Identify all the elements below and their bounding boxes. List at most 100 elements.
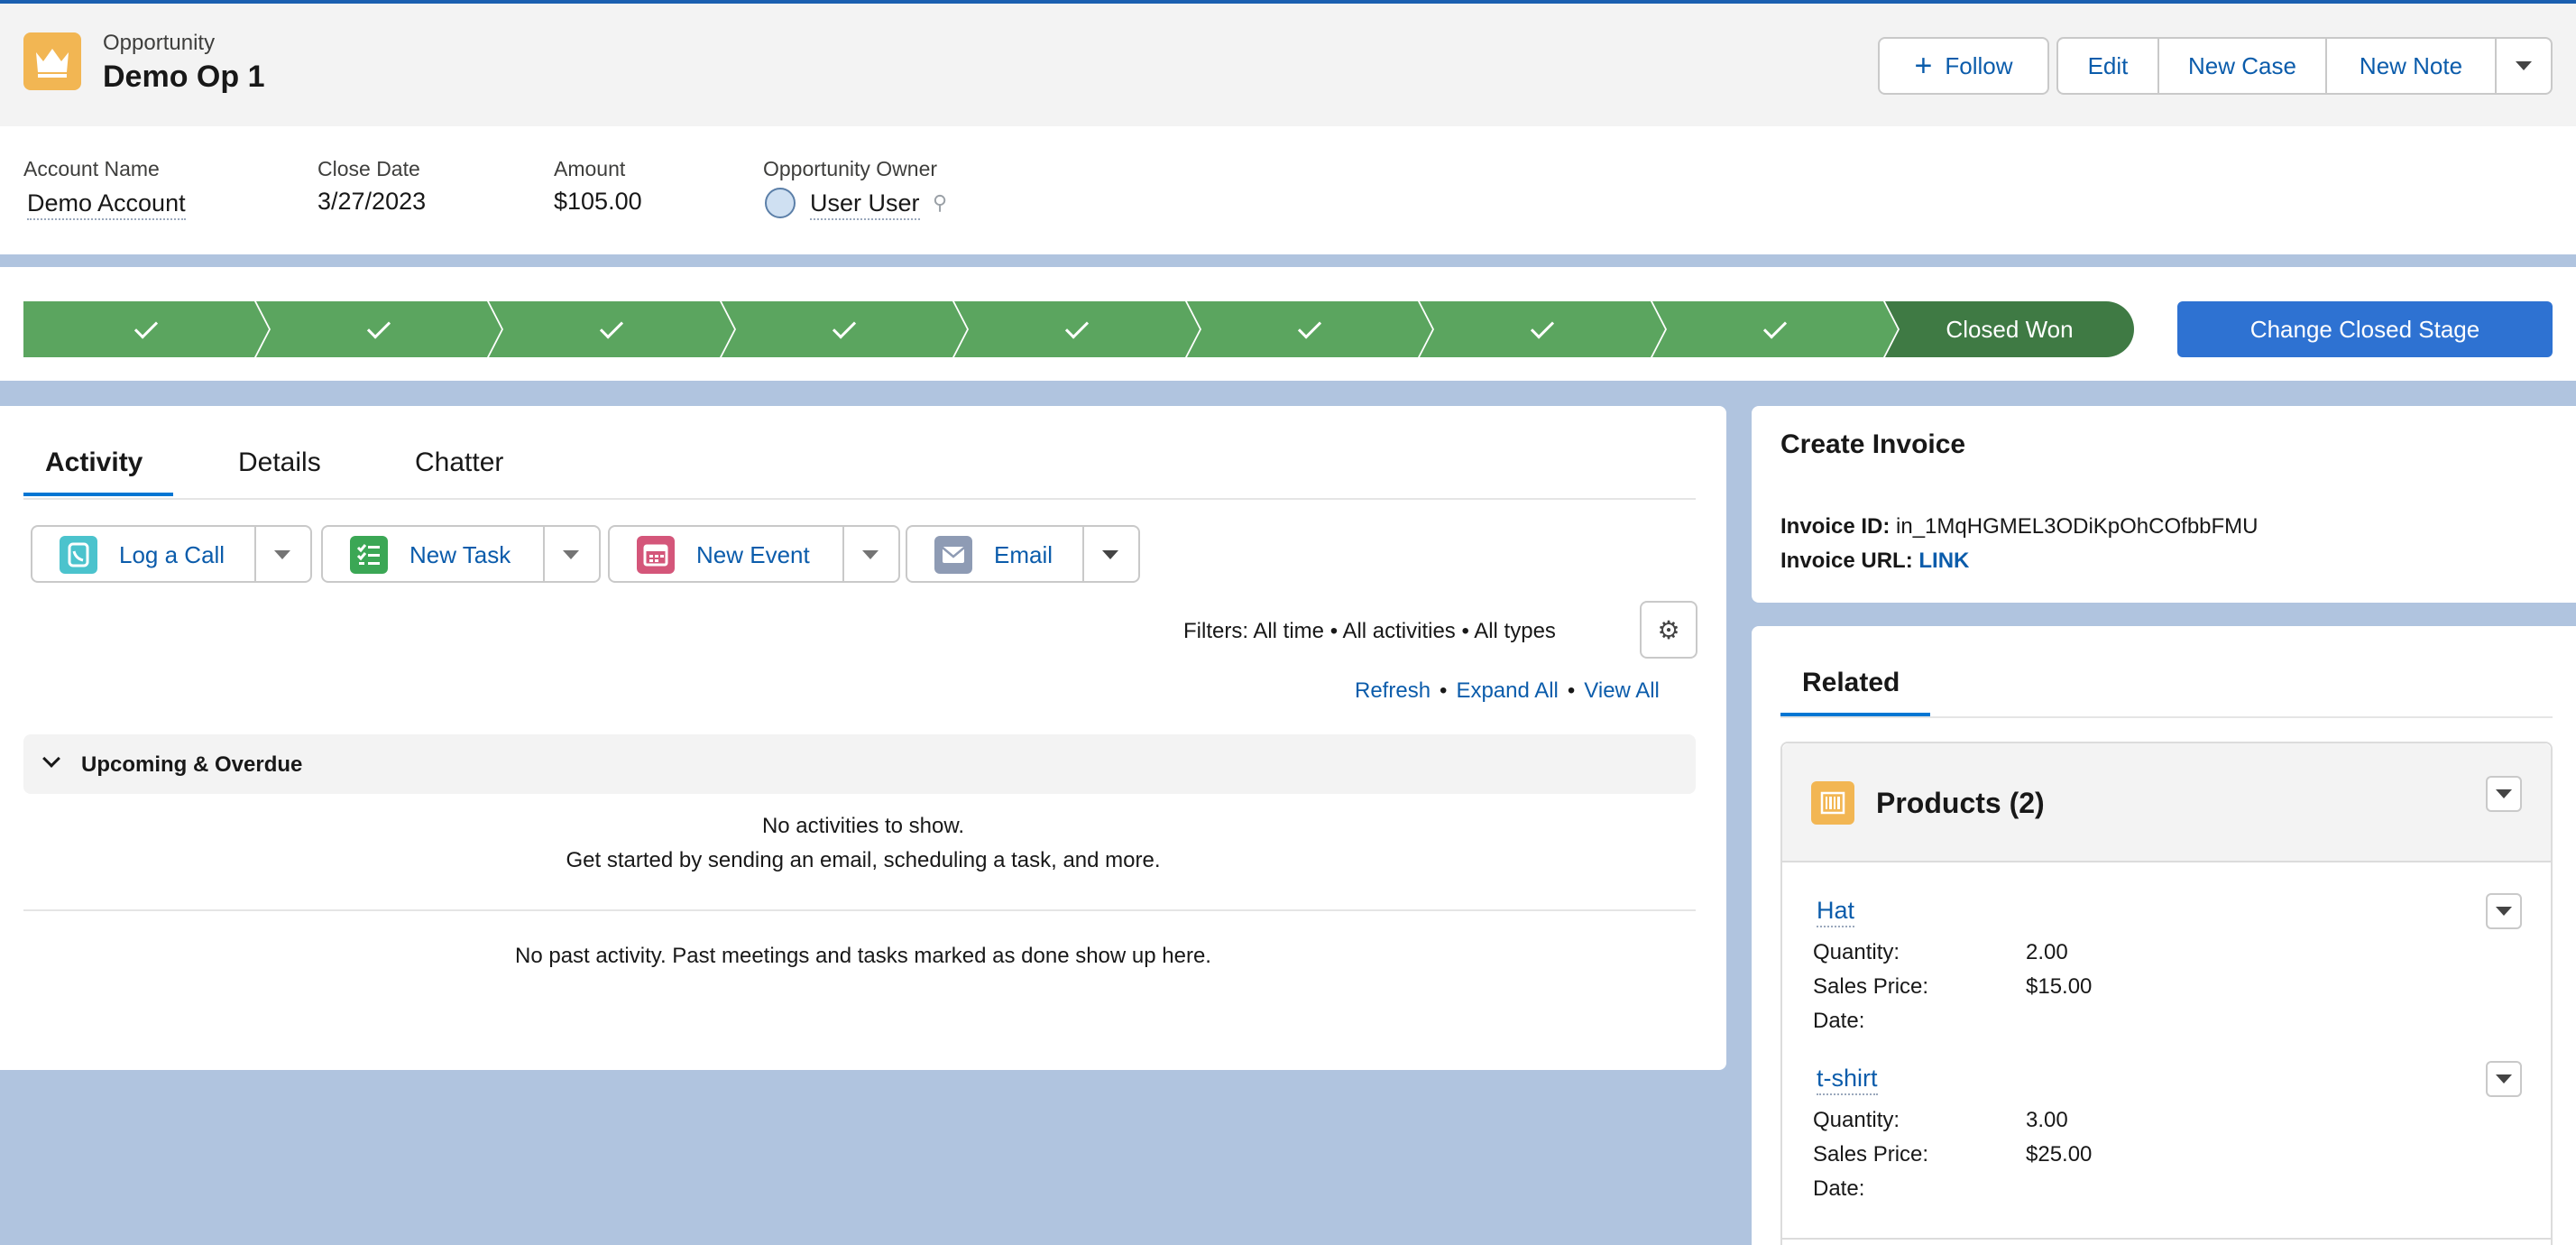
date-label: Date: [1813,1176,1865,1201]
checkmark-icon [1763,315,1787,338]
button-divider [842,527,844,581]
product-barcode-icon [1811,781,1854,825]
path-stage-complete[interactable] [1420,301,1665,357]
product-item: t-shirt [1817,1065,1878,1095]
object-type-label: Opportunity [103,31,216,55]
chevron-down-icon [2496,907,2512,916]
log-a-call-button[interactable]: Log a Call [31,525,312,583]
button-divider [254,527,256,581]
edit-button[interactable]: Edit [2056,37,2159,95]
quantity-value: 2.00 [2026,940,2068,964]
product-row-dropdown[interactable] [2486,893,2522,929]
active-tab-indicator [23,493,173,496]
invoice-url-label: Invoice URL: [1780,549,1913,573]
view-all-link[interactable]: View All [1584,678,1660,704]
path-stage-complete[interactable] [954,301,1200,357]
filter-settings-gear-icon[interactable]: ⚙ [1640,601,1697,659]
more-actions-dropdown[interactable] [2495,37,2553,95]
chevron-down-icon [2496,1074,2512,1084]
new-event-label: New Event [696,541,810,568]
new-event-dropdown[interactable] [862,550,879,559]
amount-label: Amount [554,157,626,180]
upcoming-overdue-section[interactable]: Upcoming & Overdue [23,734,1696,794]
chevron-down-icon [862,550,879,559]
list-divider [1782,1238,2551,1240]
chevron-down-icon [274,550,290,559]
button-divider [1082,527,1084,581]
sales-price-value: $25.00 [2026,1142,2093,1167]
tab-details[interactable]: Details [238,447,321,478]
product-name-link[interactable]: t-shirt [1817,1065,1878,1095]
path-stage-complete[interactable] [722,301,967,357]
current-stage-label: Closed Won [1946,315,2074,343]
close-date-label: Close Date [317,157,420,180]
products-list-dropdown[interactable] [2486,776,2522,812]
product-name-link[interactable]: Hat [1817,897,1855,927]
create-invoice-title: Create Invoice [1780,429,1966,459]
tab-chatter[interactable]: Chatter [415,447,503,478]
tab-activity[interactable]: Activity [45,447,143,478]
calendar-icon [637,536,675,574]
log-a-call-dropdown[interactable] [274,550,290,559]
record-title: Demo Op 1 [103,60,265,94]
path-stage-current[interactable]: Closed Won [1885,301,2134,357]
checkmark-icon [600,315,623,338]
email-dropdown[interactable] [1102,550,1118,559]
owner-label: Opportunity Owner [763,157,938,180]
account-name-link[interactable]: Demo Account [27,189,186,220]
checkmark-icon [1531,315,1554,338]
follow-label: Follow [1945,51,2013,79]
change-owner-icon[interactable]: ⚲ [933,191,947,215]
get-started-text: Get started by sending an email, schedul… [566,848,1161,872]
expand-all-link[interactable]: Expand All [1456,678,1558,704]
tab-related[interactable]: Related [1802,668,1900,698]
link-separator: • [1567,678,1576,703]
date-label: Date: [1813,1009,1865,1033]
sales-price-label: Sales Price: [1813,974,1929,999]
invoice-id-label: Invoice ID: [1780,514,1891,539]
path-stage-complete[interactable] [23,301,269,357]
products-title[interactable]: Products (2) [1876,787,2045,820]
path-stage-complete[interactable] [256,301,501,357]
checkmark-icon [367,315,391,338]
product-item: Hat [1817,897,1855,927]
owner-link[interactable]: User User [810,189,920,220]
new-event-button[interactable]: New Event [608,525,900,583]
opportunity-crown-icon [23,32,81,90]
product-row-dropdown[interactable] [2486,1061,2522,1097]
activity-links: Refresh • Expand All • View All [1355,678,1660,704]
change-closed-stage-button[interactable]: Change Closed Stage [2177,301,2553,357]
email-button[interactable]: Email [906,525,1140,583]
phone-icon [60,536,97,574]
close-date-value: 3/27/2023 [317,188,427,215]
path-stage-complete[interactable] [489,301,734,357]
path-stage-complete[interactable] [1187,301,1432,357]
chevron-down-icon [2516,61,2532,70]
path-stage-complete[interactable] [1652,301,1898,357]
new-task-button[interactable]: New Task [321,525,601,583]
quantity-label: Quantity: [1813,940,1900,964]
task-icon [350,536,388,574]
checkmark-icon [833,315,856,338]
follow-button[interactable]: + Follow [1878,37,2049,95]
sales-price-label: Sales Price: [1813,1142,1929,1167]
sales-price-value: $15.00 [2026,974,2093,999]
new-task-dropdown[interactable] [563,550,579,559]
checkmark-icon [1065,315,1089,338]
new-case-button[interactable]: New Case [2157,37,2327,95]
link-separator: • [1440,678,1448,703]
upcoming-overdue-heading: Upcoming & Overdue [81,752,303,777]
email-icon [934,536,972,574]
new-note-button[interactable]: New Note [2325,37,2497,95]
no-past-activity-text: No past activity. Past meetings and task… [515,944,1211,968]
chevron-down-icon [42,750,60,768]
invoice-url-link[interactable]: LINK [1918,549,1969,573]
chevron-down-icon [2496,789,2512,798]
plus-icon: + [1914,49,1933,83]
email-label: Email [994,541,1053,568]
log-a-call-label: Log a Call [119,541,225,568]
related-tabs-divider [1780,716,2553,718]
refresh-link[interactable]: Refresh [1355,678,1431,704]
checkmark-icon [134,315,158,338]
amount-value: $105.00 [554,188,642,215]
